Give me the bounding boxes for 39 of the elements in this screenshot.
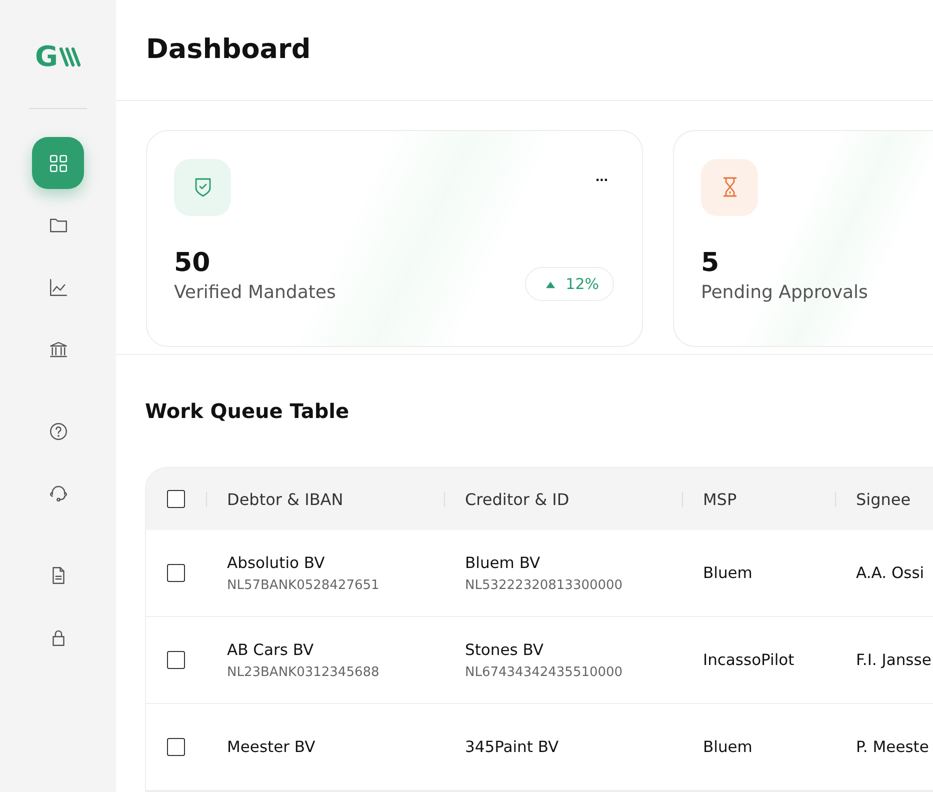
logo-letter: G: [35, 43, 58, 71]
creditor-id: NL67434342435510000: [465, 664, 623, 680]
column-header: Signee: [856, 490, 911, 508]
section-title: Work Queue Table: [145, 399, 350, 423]
stat-label: Verified Mandates: [174, 282, 336, 303]
trend-value: 12%: [566, 275, 599, 294]
signee-name: A.A. Ossi: [856, 564, 924, 582]
creditor-id: NL53222320813300000: [465, 578, 623, 592]
column-header: Creditor & ID: [465, 490, 570, 508]
row-checkbox[interactable]: [167, 738, 185, 756]
msp-name: Bluem: [703, 564, 752, 582]
row-checkbox[interactable]: [167, 564, 185, 582]
creditor-name: Stones BV: [465, 640, 544, 658]
select-all-checkbox[interactable]: [167, 490, 185, 508]
nav-button[interactable]: [32, 137, 84, 189]
signee-name: F.I. Jansse: [856, 651, 932, 669]
stat-value: 50: [174, 248, 212, 278]
help-icon: [48, 420, 68, 442]
stat-label: Pending Approvals: [701, 282, 868, 303]
grid-icon: [48, 152, 68, 174]
logo-stripes-icon: [58, 47, 81, 67]
signee-name: P. Meeste: [856, 738, 929, 756]
debtor-name: Absolutio BV: [227, 554, 325, 572]
creditor-name: 345Paint BV: [465, 738, 559, 756]
msp-name: IncassoPilot: [703, 651, 794, 669]
more-button[interactable]: ...: [589, 168, 614, 184]
page-title: Dashboard: [146, 34, 311, 66]
creditor-name: Bluem BV: [465, 554, 540, 572]
debtor-name: Meester BV: [227, 738, 316, 756]
line-chart-icon: [48, 276, 68, 298]
msp-name: Bluem: [703, 738, 752, 756]
debtor-iban: NL57BANK0528427651: [227, 578, 380, 592]
row-checkbox[interactable]: [167, 651, 185, 669]
debtor-iban: NL23BANK0312345688: [227, 664, 380, 680]
debtor-name: AB Cars BV: [227, 640, 314, 658]
up-triangle-icon: [544, 280, 556, 289]
stat-value: 5: [701, 248, 720, 278]
column-header: Debtor & IBAN: [227, 490, 344, 508]
column-header: MSP: [703, 490, 737, 508]
